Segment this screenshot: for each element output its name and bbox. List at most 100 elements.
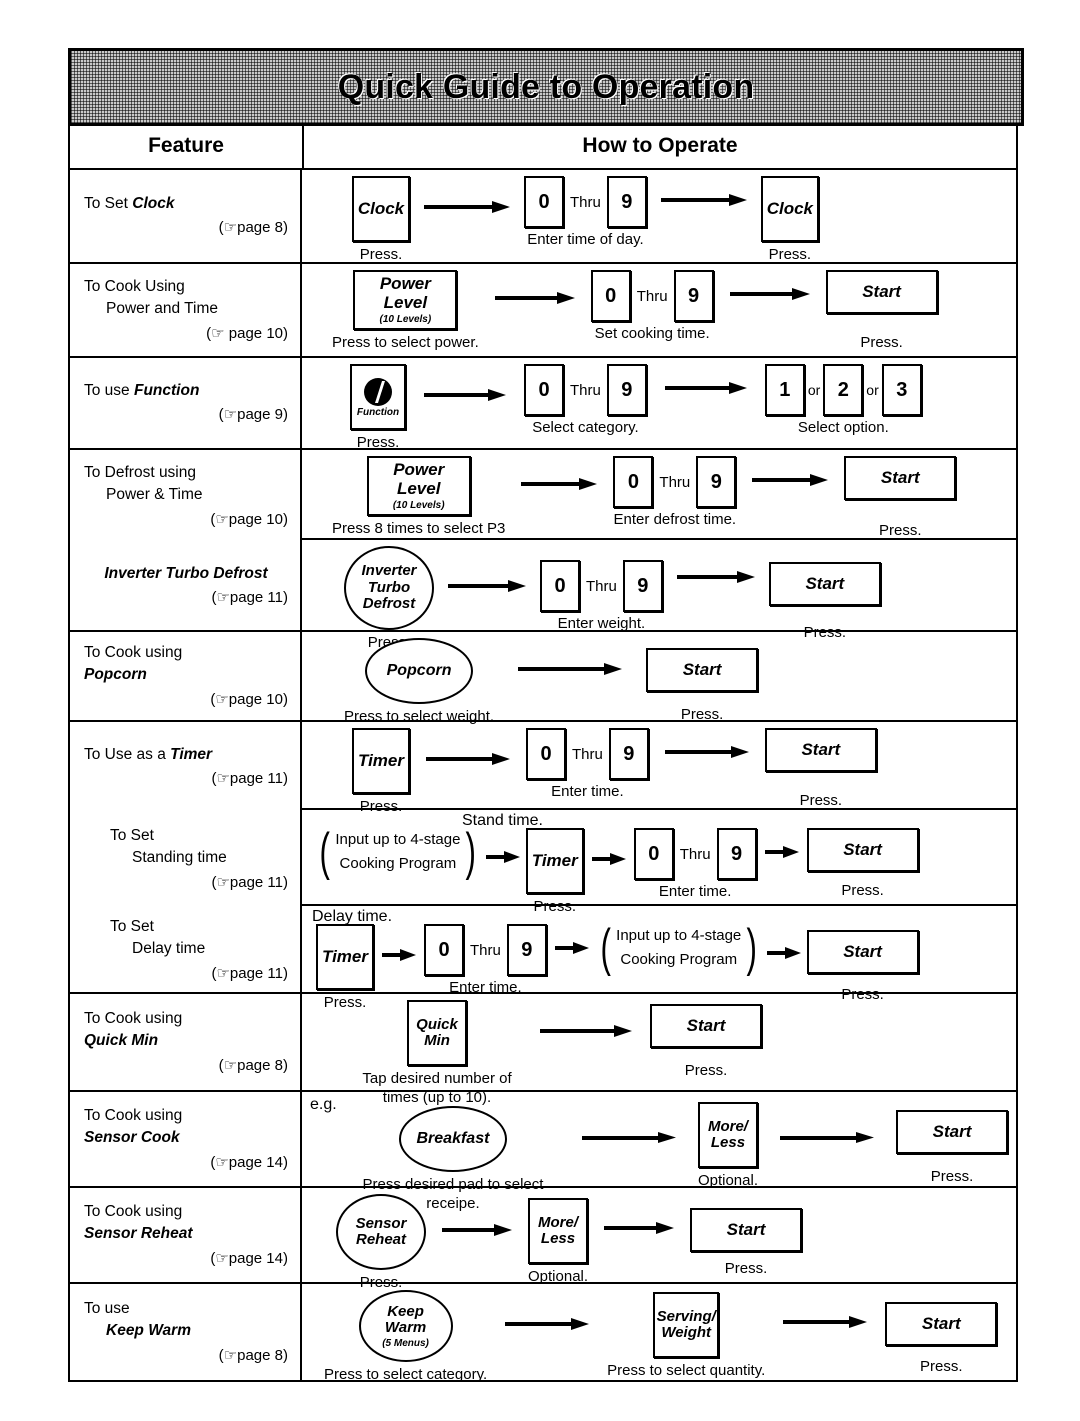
feature-label: Inverter Turbo Defrost [104,564,268,582]
key-timer[interactable]: Timer [316,924,374,990]
key-start[interactable]: Start [764,728,877,772]
key-digit-1[interactable]: 1 [764,364,805,416]
arrow-icon [758,1106,896,1168]
step-enter-defrost-time: 0 Thru 9 Enter defrost time. [613,456,737,530]
feature-cell-sensor-cook: To Cook using Sensor Cook (☞page 14) [70,1092,302,1186]
step-start: Start Press. [690,1208,803,1279]
step-more-less: More/ Less Optional. [528,1198,588,1287]
step-start: Start Press. [768,562,881,643]
key-start[interactable]: Start [768,562,881,606]
key-digit-9[interactable]: 9 [608,728,649,780]
key-digit-9[interactable]: 9 [716,828,757,880]
key-start[interactable]: Start [690,1208,803,1252]
key-digit-0[interactable]: 0 [424,924,464,976]
key-digit-9[interactable]: 9 [622,560,663,612]
feature-cell-defrost-group: To Defrost using Power & Time (☞page 10)… [70,450,302,630]
key-start[interactable]: Start [806,930,919,974]
key-timer[interactable]: Timer [525,828,584,894]
key-digit-0[interactable]: 0 [613,456,654,508]
feature-cell-popcorn: To Cook using Popcorn (☞page 10) [70,632,302,720]
step-set-cooking-time: 0 Thru 9 Set cooking time. [590,270,714,344]
key-start[interactable]: Start [885,1302,998,1346]
key-popcorn[interactable]: Popcorn [365,638,474,704]
feature-label-2: Power and Time [106,300,218,318]
page-reference[interactable]: (☞page 10) [84,687,288,711]
page-reference[interactable]: (☞page 14) [84,1150,288,1174]
ops-cell-sensor-reheat: Sensor Reheat Press. More/ Less Optional… [302,1188,1016,1291]
key-clock[interactable]: Clock [352,176,410,242]
arrow-icon [410,728,526,790]
step-start: Start Press. [650,1004,762,1081]
key-clock[interactable]: Clock [760,176,819,242]
key-serving-weight[interactable]: Serving/ Weight [653,1292,720,1358]
key-digit-0[interactable]: 0 [526,728,566,780]
page-reference[interactable]: (☞page 11) [110,870,288,894]
key-start[interactable]: Start [896,1110,1008,1154]
key-digit-3[interactable]: 3 [881,364,922,416]
page-reference[interactable]: (☞page 8) [84,215,288,239]
key-digit-9[interactable]: 9 [696,456,737,508]
step-more-less: More/ Less Optional. [698,1102,758,1191]
key-digit-0[interactable]: 0 [633,828,674,880]
page-reference[interactable]: (☞page 8) [84,1053,288,1077]
key-power-level[interactable]: Power Level (10 Levels) [366,456,471,516]
feature-label-2: Standing time [132,849,227,867]
arrow-icon [714,270,826,318]
page-reference[interactable]: (☞page 14) [84,1246,288,1270]
key-digit-0[interactable]: 0 [524,176,564,228]
key-digit-9[interactable]: 9 [673,270,714,322]
step-caption: Enter weight. [557,615,646,632]
step-start: Start Press. [825,270,938,353]
step-clock: Clock Press. [352,176,410,265]
ops-cell-power-time: Power Level (10 Levels) Press to select … [302,264,1016,356]
step-caption: Press. [684,1062,728,1079]
page-reference[interactable]: (☞page 11) [110,961,288,985]
key-digit-0[interactable]: 0 [590,270,631,322]
key-keep-warm[interactable]: Keep Warm (5 Menus) [358,1290,453,1362]
arrow-icon [494,638,646,700]
step-enter-time: 0 Thru 9 Enter time. [424,924,547,998]
arrow-icon [663,546,769,608]
key-start[interactable]: Start [646,648,759,692]
step-keep-warm: Keep Warm (5 Menus) Press to select cate… [324,1290,487,1385]
key-digit-9[interactable]: 9 [606,176,647,228]
key-quick-min[interactable]: Quick Min [407,1000,467,1066]
column-header-feature: Feature [70,124,304,168]
page-reference[interactable]: (☞page 11) [84,766,288,790]
key-inverter-turbo-defrost[interactable]: Inverter Turbo Defrost [344,546,434,630]
page-reference[interactable]: (☞page 11) [84,585,288,609]
page-reference[interactable]: (☞page 8) [84,1343,288,1367]
key-digit-9[interactable]: 9 [506,924,547,976]
group-cooking-program: ( Input up to 4-stage Cooking Program ) [319,822,477,881]
key-start[interactable]: Start [844,456,957,500]
page-reference[interactable]: (☞page 9) [84,402,288,426]
page-reference[interactable]: (☞page 10) [84,507,288,531]
quick-guide-page: Quick Guide to Operation Feature How to … [0,0,1080,1421]
key-start[interactable]: Start [806,828,919,872]
key-digit-2[interactable]: 2 [823,364,864,416]
step-caption: Enter time. [551,783,624,800]
key-power-level[interactable]: Power Level (10 Levels) [353,270,458,330]
key-more-less[interactable]: More/ Less [528,1198,589,1264]
quick-guide-table: Feature How to Operate To Set Clock (☞pa… [68,124,1018,1385]
arrow-icon [522,1000,650,1062]
key-digit-0[interactable]: 0 [524,364,564,416]
step-select-category: 0 Thru 9 Select category. [524,364,647,438]
arrow-icon [480,828,526,886]
key-function[interactable]: Function [350,364,406,430]
key-breakfast[interactable]: Breakfast [398,1106,507,1172]
key-start[interactable]: Start [650,1004,762,1048]
table-row: To Cook using Quick Min (☞page 8) Quick … [70,994,1016,1106]
key-more-less[interactable]: More/ Less [697,1102,758,1168]
key-digit-9[interactable]: 9 [606,364,647,416]
key-digit-0[interactable]: 0 [540,560,580,612]
key-sensor-reheat[interactable]: Sensor Reheat [336,1194,426,1270]
arrow-icon [649,728,765,776]
page-reference[interactable]: (☞ page 10) [84,321,288,345]
ops-cell-popcorn: Popcorn Press to select weight. Start Pr… [302,632,1016,725]
feature-label: To Set [110,917,154,935]
feature-label-2: Popcorn [84,666,147,684]
key-timer[interactable]: Timer [352,728,410,794]
thru-label: Thru [586,577,617,595]
key-start[interactable]: Start [825,270,938,314]
